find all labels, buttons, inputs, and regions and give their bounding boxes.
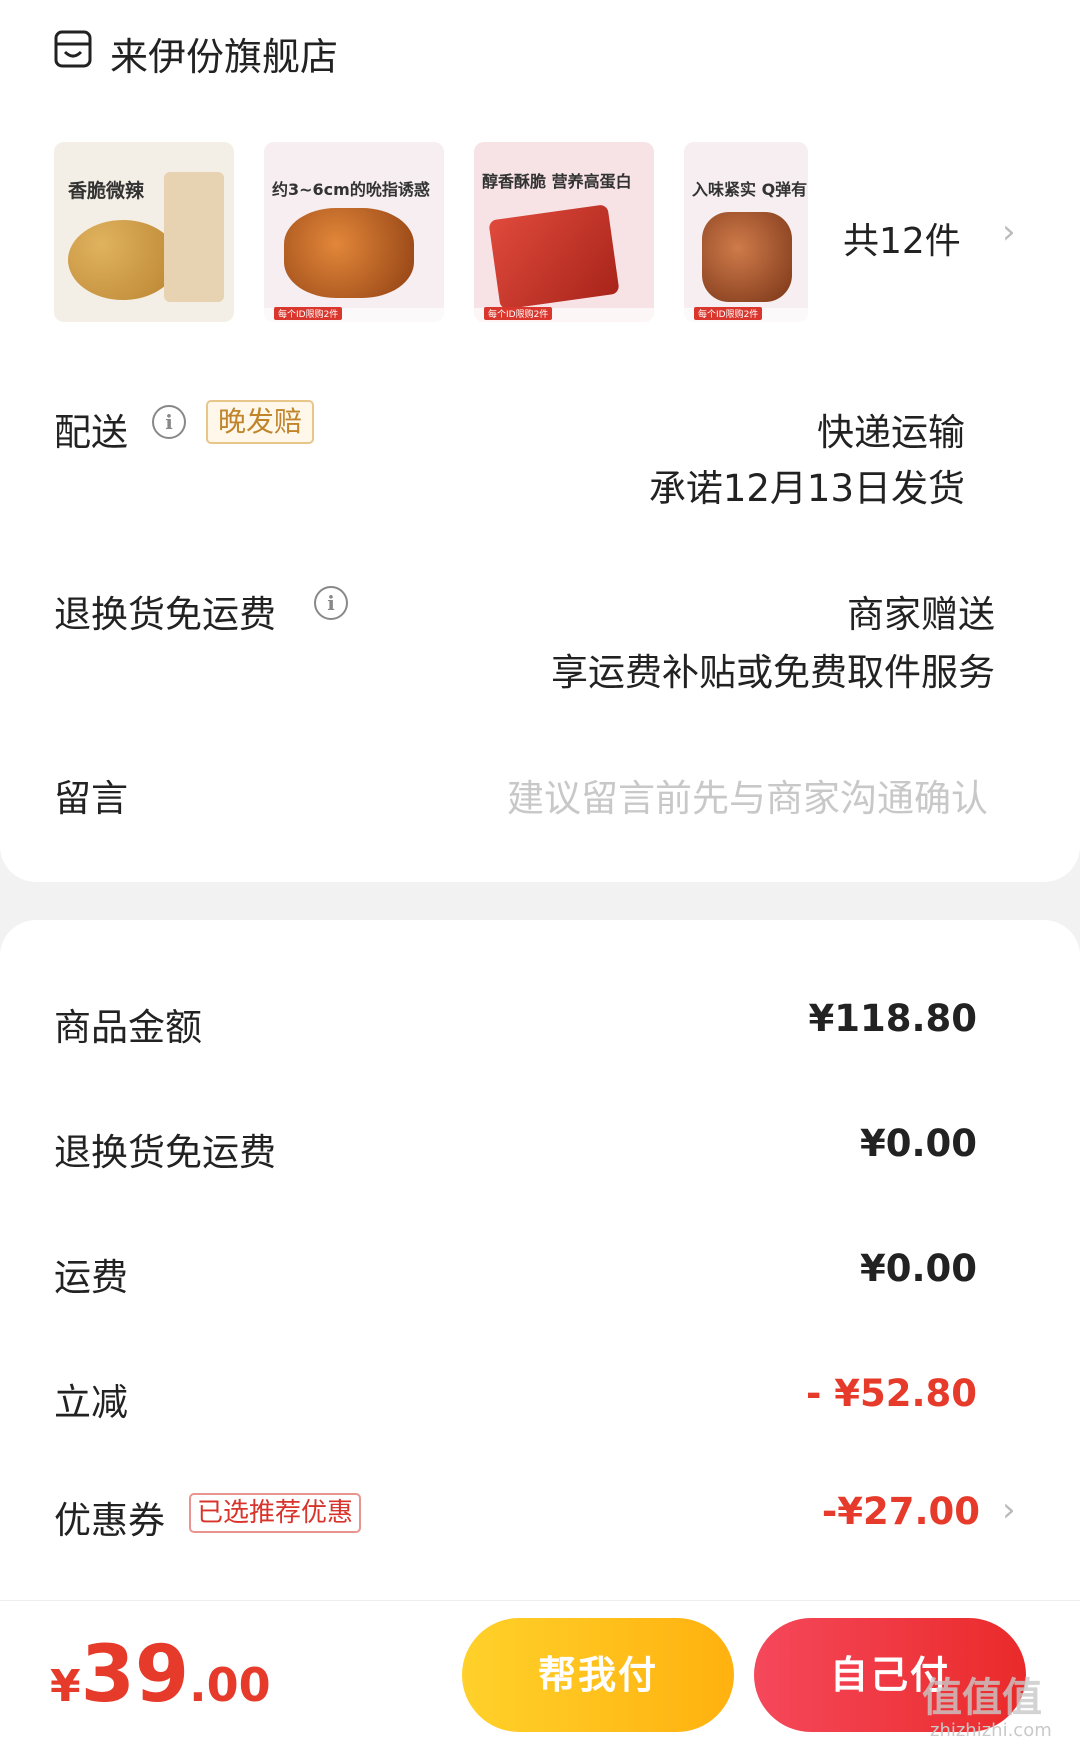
store-name[interactable]: 来伊份旗舰店 bbox=[110, 26, 338, 81]
product-headline: 入味紧实 Q弹有 bbox=[692, 180, 808, 199]
chevron-right-icon[interactable]: › bbox=[1002, 212, 1016, 252]
product-image bbox=[488, 204, 620, 310]
product-image bbox=[284, 208, 414, 298]
info-icon[interactable]: i bbox=[314, 586, 348, 620]
product-thumb[interactable]: 香脆微辣 bbox=[54, 142, 234, 322]
coupon-badge: 已选推荐优惠 bbox=[189, 1493, 362, 1533]
product-thumb[interactable]: 入味紧实 Q弹有 每个ID限购2件 bbox=[684, 142, 808, 322]
product-thumb[interactable]: 醇香酥脆 营养高蛋白 每个ID限购2件 bbox=[474, 142, 654, 322]
product-thumb[interactable]: 约3~6cm的吮指诱惑 每个ID限购2件 bbox=[264, 142, 444, 322]
currency-symbol: ¥ bbox=[50, 1661, 81, 1712]
delivery-method[interactable]: 快递运输 bbox=[817, 402, 965, 456]
limit-tag: 每个ID限购2件 bbox=[484, 307, 553, 320]
help-me-pay-button[interactable]: 帮我付 bbox=[462, 1618, 734, 1732]
product-headline: 香脆微辣 bbox=[68, 180, 145, 202]
return-freight-fee-label: 退换货免运费 bbox=[54, 1131, 276, 1174]
return-freight-label: 退换货免运费 bbox=[54, 593, 276, 636]
total-price: ¥39.00 bbox=[50, 1630, 271, 1720]
message-input[interactable]: 建议留言前先与商家沟通确认 bbox=[507, 768, 988, 822]
discount-label: 立减 bbox=[54, 1381, 128, 1424]
late-shipping-badge[interactable]: 晚发赔 bbox=[206, 400, 315, 444]
product-headline: 约3~6cm的吮指诱惑 bbox=[272, 180, 430, 199]
total-integer: 39 bbox=[80, 1630, 190, 1720]
delivery-label: 配送 bbox=[54, 411, 128, 454]
shipping-value: ¥0.00 bbox=[859, 1247, 977, 1290]
return-freight-detail: 享运费补贴或免费取件服务 bbox=[551, 651, 995, 694]
coupon-label: 优惠券 bbox=[54, 1499, 165, 1542]
return-freight-fee-value: ¥0.00 bbox=[859, 1122, 977, 1165]
message-label: 留言 bbox=[54, 777, 128, 820]
product-count[interactable]: 共12件 bbox=[843, 212, 961, 264]
watermark-url: zhizhizhi.com bbox=[930, 1720, 1052, 1741]
product-headline: 醇香酥脆 营养高蛋白 bbox=[482, 172, 632, 191]
store-icon bbox=[54, 30, 92, 68]
info-icon[interactable]: i bbox=[152, 405, 186, 439]
goods-amount-label: 商品金额 bbox=[54, 1006, 202, 1049]
chevron-right-icon[interactable]: › bbox=[1002, 1490, 1016, 1530]
limit-tag: 每个ID限购2件 bbox=[694, 307, 763, 320]
product-package bbox=[164, 172, 224, 302]
product-image bbox=[702, 212, 792, 302]
return-freight-value: 商家赠送 bbox=[847, 593, 995, 636]
delivery-promise: 承诺12月13日发货 bbox=[648, 467, 965, 510]
coupon-value[interactable]: -¥27.00 bbox=[822, 1490, 980, 1533]
total-decimal: .00 bbox=[189, 1658, 271, 1712]
goods-amount-value: ¥118.80 bbox=[808, 997, 977, 1040]
product-image bbox=[68, 220, 178, 300]
limit-tag: 每个ID限购2件 bbox=[274, 307, 343, 320]
discount-value: - ¥52.80 bbox=[805, 1372, 977, 1415]
shipping-label: 运费 bbox=[54, 1256, 128, 1299]
watermark: 值值值 bbox=[922, 1675, 1042, 1721]
